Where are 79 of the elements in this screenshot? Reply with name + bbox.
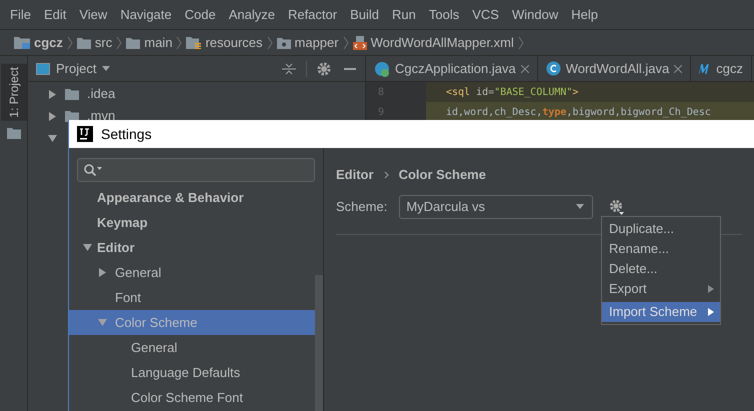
- menu-item[interactable]: Import Scheme: [602, 302, 720, 322]
- chevron-icon: [176, 36, 182, 50]
- scrollbar[interactable]: [315, 275, 323, 411]
- app-logo-icon: [77, 126, 93, 142]
- folder-icon: [6, 126, 20, 139]
- chevron-icon: [384, 170, 389, 179]
- project-folder-icon: [14, 36, 30, 49]
- mybatis-icon: [699, 64, 712, 74]
- close-icon[interactable]: [520, 64, 529, 72]
- folder-icon: [76, 36, 91, 48]
- menu-item[interactable]: Help: [571, 4, 598, 24]
- caret-icon: [576, 204, 584, 209]
- menu-item[interactable]: Analyze: [228, 4, 275, 24]
- breadcrumb-item[interactable]: WordWordAllMapper.xml: [352, 32, 514, 52]
- package-folder-icon: [276, 36, 291, 48]
- panel-title[interactable]: Project: [56, 58, 96, 78]
- menu-item[interactable]: Delete...: [602, 259, 720, 279]
- breadcrumb-item: Editor: [336, 166, 374, 184]
- menu-item[interactable]: Code: [184, 4, 216, 24]
- caret-icon[interactable]: [102, 66, 110, 71]
- menu-item[interactable]: Tools: [428, 4, 460, 24]
- chevron-icon: [266, 36, 273, 50]
- menu-item[interactable]: Refactor: [288, 4, 338, 24]
- settings-tree-item[interactable]: Keymap: [69, 210, 315, 235]
- menu-item[interactable]: View: [79, 4, 108, 24]
- collapsed-arrow-icon[interactable]: [98, 268, 107, 277]
- folder-icon: [126, 36, 140, 48]
- menu-item[interactable]: Export: [602, 279, 720, 299]
- menu-item[interactable]: Rename...: [602, 239, 720, 259]
- settings-icon[interactable]: [317, 62, 331, 76]
- menu-item[interactable]: VCS: [472, 4, 499, 24]
- expanded-arrow-icon[interactable]: [83, 243, 92, 252]
- xml-file-icon: [352, 36, 367, 50]
- breadcrumb-item[interactable]: cgcz: [14, 32, 63, 52]
- tree-item[interactable]: .idea: [87, 84, 116, 104]
- folder-icon: [65, 88, 79, 100]
- menu-item[interactable]: Duplicate...: [602, 219, 720, 239]
- editor-tab[interactable]: WordWordAll.java: [538, 56, 692, 81]
- search-icon: [83, 163, 103, 177]
- breadcrumb-item[interactable]: mapper: [276, 32, 339, 52]
- breadcrumb-item[interactable]: src: [76, 32, 112, 52]
- menu-item[interactable]: Navigate: [120, 4, 172, 24]
- settings-tree-item[interactable]: General: [69, 335, 315, 360]
- editor-tab[interactable]: cgcz: [691, 56, 752, 81]
- settings-tree-item[interactable]: Color Scheme Font: [69, 385, 315, 410]
- chevron-icon: [116, 36, 122, 50]
- close-icon[interactable]: [674, 64, 682, 72]
- dialog-title: Settings: [101, 124, 152, 144]
- resources-folder-icon: [186, 36, 202, 49]
- menu-item[interactable]: Run: [392, 4, 416, 24]
- collapse-icon[interactable]: [282, 62, 296, 76]
- expanded-arrow-icon[interactable]: [48, 134, 57, 142]
- settings-tree-item[interactable]: Appearance & Behavior: [69, 185, 315, 210]
- scheme-dropdown[interactable]: MyDarcula vs: [399, 194, 594, 218]
- settings-tree-item[interactable]: Language Defaults: [69, 360, 315, 385]
- class-icon: [546, 61, 561, 76]
- menu-item[interactable]: Build: [350, 4, 380, 24]
- breadcrumb-item[interactable]: resources: [186, 32, 263, 52]
- menu-item[interactable]: File: [10, 4, 31, 24]
- submenu-arrow-icon: [708, 285, 714, 293]
- editor-tab[interactable]: CgczApplication.java: [366, 56, 538, 81]
- project-tool-tab[interactable]: 1: Project: [0, 64, 26, 121]
- breadcrumb-item: Color Scheme: [398, 166, 486, 184]
- menu-item[interactable]: Edit: [44, 4, 66, 24]
- settings-tree-item[interactable]: Editor: [69, 235, 315, 260]
- chevron-icon: [518, 36, 524, 50]
- scheme-label: Scheme:: [336, 198, 388, 216]
- menu-item[interactable]: Window: [512, 4, 558, 24]
- settings-tree-item[interactable]: Font: [69, 285, 315, 310]
- settings-icon[interactable]: [609, 198, 626, 214]
- chevron-icon: [342, 36, 349, 50]
- collapsed-arrow-icon[interactable]: [48, 90, 57, 98]
- settings-tree-item[interactable]: General: [69, 260, 315, 285]
- search-field[interactable]: [77, 158, 315, 182]
- breadcrumb-item[interactable]: main: [126, 32, 172, 52]
- collapsed-arrow-icon[interactable]: [48, 112, 57, 120]
- window-icon: [36, 62, 50, 74]
- chevron-icon: [66, 36, 73, 50]
- submenu-arrow-icon: [708, 308, 714, 316]
